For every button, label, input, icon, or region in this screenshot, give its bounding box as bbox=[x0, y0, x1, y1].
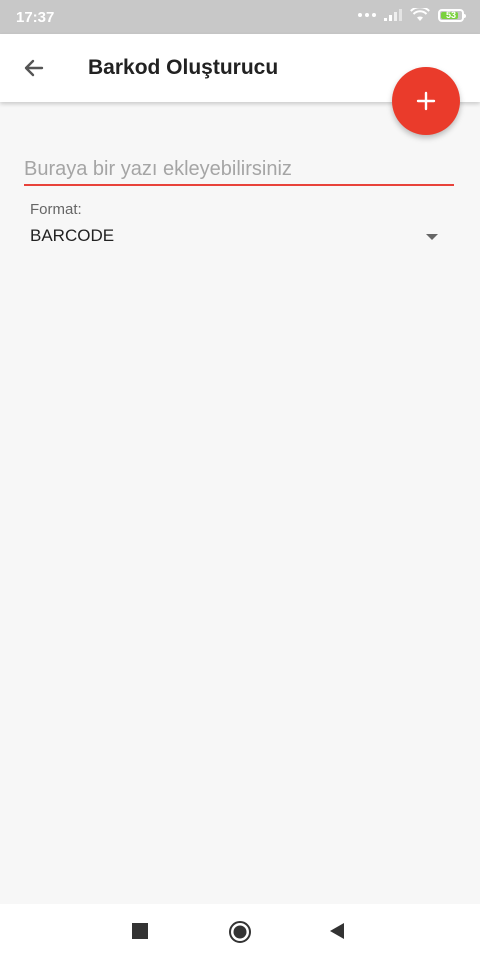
square-icon bbox=[132, 923, 148, 939]
arrow-left-icon bbox=[24, 59, 44, 77]
recents-button[interactable] bbox=[132, 923, 148, 944]
triangle-left-icon bbox=[330, 923, 344, 939]
format-selected-value: BARCODE bbox=[30, 226, 115, 245]
format-dropdown[interactable]: BARCODE bbox=[30, 222, 450, 252]
navigation-bar bbox=[0, 904, 480, 960]
signal-icon bbox=[384, 9, 402, 21]
wifi-icon bbox=[410, 8, 430, 21]
caret-down-icon bbox=[426, 234, 438, 240]
home-button[interactable] bbox=[228, 920, 252, 949]
notification-dots-icon bbox=[358, 13, 376, 17]
format-label: Format: bbox=[30, 201, 82, 218]
page-title: Barkod Oluşturucu bbox=[88, 56, 279, 79]
plus-icon bbox=[416, 91, 436, 111]
status-time: 17:37 bbox=[16, 9, 55, 26]
back-button[interactable] bbox=[18, 52, 50, 84]
circle-icon bbox=[229, 921, 251, 943]
status-icons: 53 bbox=[358, 8, 466, 22]
add-button[interactable] bbox=[392, 67, 460, 135]
back-nav-button[interactable] bbox=[329, 923, 345, 944]
battery-icon: 53 bbox=[438, 8, 466, 22]
text-input[interactable] bbox=[24, 154, 454, 186]
battery-level: 53 bbox=[445, 10, 456, 20]
status-bar: 17:37 53 bbox=[0, 0, 480, 34]
